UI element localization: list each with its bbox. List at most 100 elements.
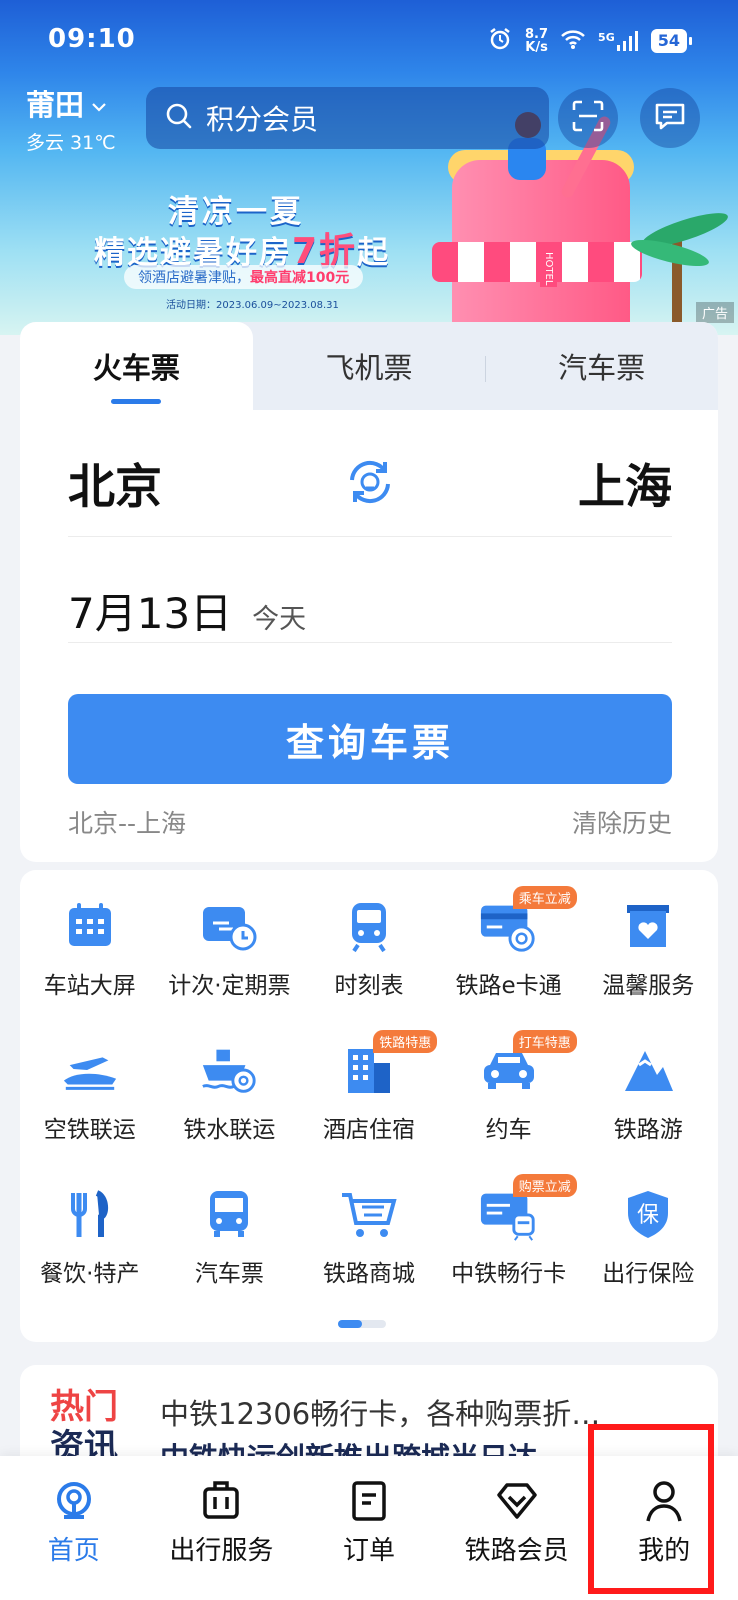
ad-tag: 广告 bbox=[695, 302, 734, 323]
service-label: 汽车票 bbox=[194, 1261, 264, 1287]
divider bbox=[68, 536, 672, 537]
shield-bao-icon: 保 bbox=[618, 1184, 678, 1244]
promo-badge: 乘车立减 bbox=[512, 886, 577, 909]
promo-badge: 打车特惠 bbox=[512, 1030, 577, 1053]
chevron-down-icon bbox=[90, 86, 108, 120]
ad-date: 活动日期：2023.06.09~2023.08.31 bbox=[166, 300, 339, 311]
tab-bus[interactable]: 汽车票 bbox=[485, 322, 718, 410]
promo-badge: 购票立减 bbox=[512, 1174, 577, 1197]
service-label: 铁路e卡通 bbox=[455, 973, 562, 999]
page-indicator bbox=[338, 1320, 386, 1328]
service-label: 中铁畅行卡 bbox=[451, 1261, 567, 1287]
tab-flight[interactable]: 飞机票 bbox=[253, 322, 486, 410]
service-hotel[interactable]: 铁路特惠 酒店住宿 bbox=[299, 1030, 439, 1144]
battery-level: 54 bbox=[650, 29, 687, 53]
calendar-screen-icon bbox=[60, 896, 120, 956]
weather: 多云 31℃ bbox=[26, 132, 116, 154]
query-tickets-button[interactable]: 查询车票 bbox=[68, 694, 672, 784]
alarm-icon bbox=[487, 26, 513, 56]
service-railcard[interactable]: 乘车立减 铁路e卡通 bbox=[439, 886, 579, 1000]
ad-hotel-sign: HOTEL bbox=[540, 250, 557, 288]
battery-icon: 54 bbox=[650, 29, 692, 53]
service-car[interactable]: 打车特惠 约车 bbox=[439, 1030, 579, 1144]
bus-icon bbox=[199, 1184, 259, 1244]
hot-news-label: 热门 资讯 bbox=[50, 1387, 118, 1467]
scan-button[interactable] bbox=[558, 88, 618, 148]
service-label: 铁水联运 bbox=[183, 1117, 276, 1143]
service-label: 计次·定期票 bbox=[168, 973, 291, 999]
ad-offer-prefix: 领酒店避暑津贴， bbox=[138, 270, 250, 286]
news-item[interactable]: 中铁12306畅行卡，各种购票折… bbox=[160, 1391, 600, 1433]
shield-char: 保 bbox=[637, 1203, 659, 1228]
diamond-icon bbox=[495, 1478, 539, 1524]
ticket-clock-icon bbox=[199, 896, 259, 956]
scan-icon bbox=[571, 99, 605, 137]
tab-label: 出行服务 bbox=[169, 1536, 274, 1566]
service-label: 出行保险 bbox=[602, 1261, 695, 1287]
service-rail-pass[interactable]: 购票立减 中铁畅行卡 bbox=[439, 1174, 579, 1288]
service-rail-travel[interactable]: 铁路游 bbox=[578, 1040, 718, 1144]
tab-membership[interactable]: 铁路会员 bbox=[443, 1456, 591, 1600]
route-row: 北京 上海 bbox=[68, 442, 672, 522]
cart-icon bbox=[339, 1184, 399, 1244]
status-bar: 09:10 8.7 K/s 5G 54 bbox=[0, 0, 738, 84]
history-item[interactable]: 北京--上海 bbox=[68, 804, 186, 840]
signal-icon: 5G bbox=[598, 31, 639, 51]
ticket-search-card: 火车票 飞机票 汽车票 北京 上海 7月13日 今天 查询车票 北京--上海 清… bbox=[20, 322, 718, 862]
service-mall[interactable]: 铁路商城 bbox=[299, 1184, 439, 1288]
date-picker[interactable]: 7月13日 今天 bbox=[68, 580, 306, 641]
divider bbox=[68, 642, 672, 643]
search-icon bbox=[146, 101, 206, 135]
service-label: 酒店住宿 bbox=[322, 1117, 415, 1143]
status-time: 09:10 bbox=[48, 24, 136, 54]
arrival-station[interactable]: 上海 bbox=[578, 448, 672, 517]
message-button[interactable] bbox=[640, 88, 700, 148]
tab-home[interactable]: 首页 bbox=[0, 1456, 148, 1600]
tab-label: 订单 bbox=[342, 1536, 395, 1566]
service-insurance[interactable]: 保 出行保险 bbox=[578, 1184, 718, 1288]
service-station-screen[interactable]: 车站大屏 bbox=[20, 896, 160, 1000]
tab-divider bbox=[485, 356, 486, 382]
tab-train[interactable]: 火车票 bbox=[20, 322, 253, 410]
tab-orders[interactable]: 订单 bbox=[295, 1456, 443, 1600]
heart-box-icon bbox=[618, 896, 678, 956]
network-type: 5G bbox=[598, 31, 615, 44]
ad-title2-suffix: 起 bbox=[357, 235, 391, 271]
home-rail-icon bbox=[52, 1478, 96, 1524]
search-history: 北京--上海 清除历史 bbox=[68, 804, 672, 840]
tab-travel-services[interactable]: 出行服务 bbox=[148, 1456, 296, 1600]
hot-label-1: 热门 bbox=[50, 1387, 118, 1427]
swap-stations-icon[interactable] bbox=[342, 454, 398, 510]
network-speed: 8.7 K/s bbox=[525, 28, 548, 54]
mountain-icon bbox=[618, 1040, 678, 1100]
plane-train-icon bbox=[60, 1040, 120, 1100]
service-care[interactable]: 温馨服务 bbox=[578, 896, 718, 1000]
service-bus[interactable]: 汽车票 bbox=[160, 1184, 300, 1288]
order-icon bbox=[350, 1478, 388, 1524]
ship-train-icon bbox=[199, 1040, 259, 1100]
clear-history-button[interactable]: 清除历史 bbox=[572, 804, 672, 840]
service-pass-ticket[interactable]: 计次·定期票 bbox=[160, 896, 300, 1000]
ad-offer: 领酒店避暑津贴，最高直减100元 bbox=[124, 265, 364, 289]
service-air-rail[interactable]: 空铁联运 bbox=[20, 1040, 160, 1144]
speed-unit: K/s bbox=[525, 40, 548, 55]
departure-station[interactable]: 北京 bbox=[68, 448, 162, 517]
tab-label: 铁路会员 bbox=[464, 1536, 569, 1566]
search-placeholder: 积分会员 bbox=[206, 103, 319, 136]
page-indicator-active bbox=[338, 1320, 362, 1328]
service-timetable[interactable]: 时刻表 bbox=[299, 896, 439, 1000]
ticket-tabs: 火车票 飞机票 汽车票 bbox=[20, 322, 718, 410]
city-name: 莆田 bbox=[26, 88, 85, 122]
wifi-icon bbox=[560, 28, 586, 54]
service-rail-water[interactable]: 铁水联运 bbox=[160, 1040, 300, 1144]
service-label: 时刻表 bbox=[334, 973, 404, 999]
search-bar[interactable]: 积分会员 bbox=[146, 87, 549, 149]
travel-date: 7月13日 bbox=[68, 589, 233, 638]
services-card: 车站大屏 计次·定期票 时刻表 乘车立减 铁路e卡通 温馨服务 空铁联运 铁水联… bbox=[20, 870, 718, 1342]
service-label: 约车 bbox=[485, 1117, 532, 1143]
location-selector[interactable]: 莆田 多云 31℃ bbox=[26, 82, 116, 155]
ad-banner[interactable]: HOTEL 清凉一夏 精选避暑好房7折起 领酒店避暑津贴，最高直减100元 活动… bbox=[0, 0, 738, 335]
service-food[interactable]: 餐饮·特产 bbox=[20, 1184, 160, 1288]
promo-badge: 铁路特惠 bbox=[373, 1030, 438, 1053]
date-hint: 今天 bbox=[252, 604, 307, 635]
